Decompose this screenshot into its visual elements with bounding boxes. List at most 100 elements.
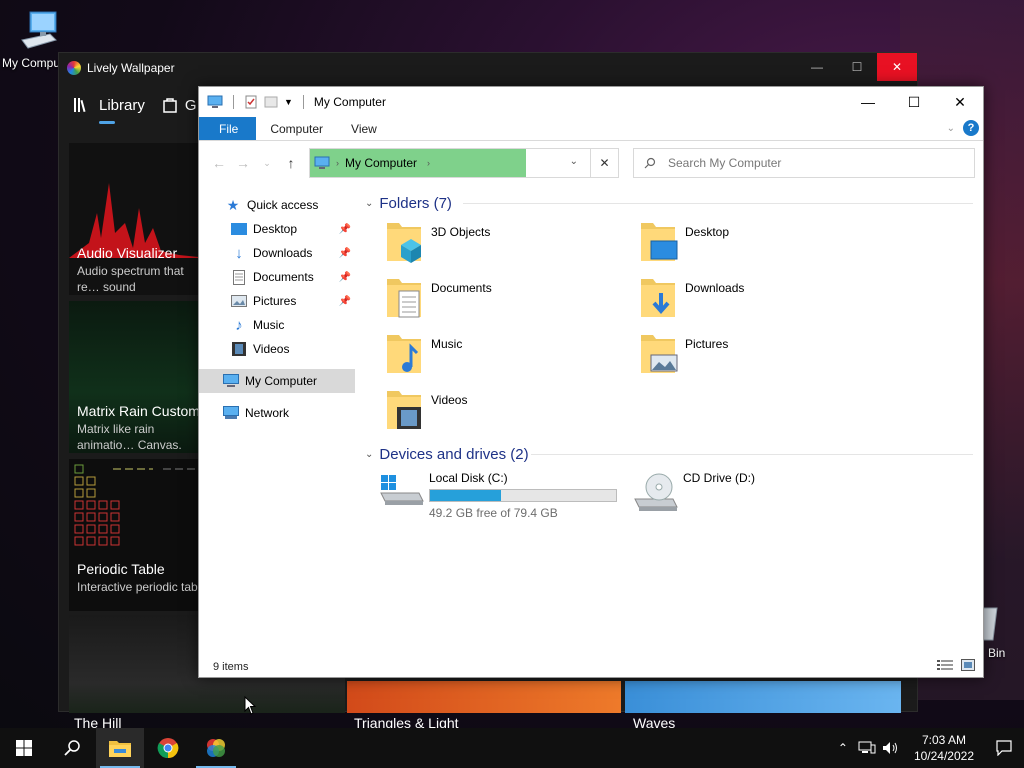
mouse-cursor-icon: [244, 696, 257, 715]
folder-desktop[interactable]: Desktop: [639, 219, 729, 265]
drives-group-header[interactable]: ⌄ Devices and drives (2): [365, 440, 983, 468]
tab-computer[interactable]: Computer: [256, 117, 337, 140]
tab-view[interactable]: View: [337, 117, 391, 140]
wallpaper-tile[interactable]: Matrix Rain Customi Matrix like rain ani…: [69, 301, 209, 453]
up-arrow-icon[interactable]: ↑: [279, 155, 303, 171]
group-title: Folders (7): [379, 194, 452, 212]
help-icon[interactable]: ?: [963, 120, 979, 136]
show-hidden-icons-chevron-icon[interactable]: ⌃: [838, 741, 848, 755]
nav-item-videos[interactable]: Videos: [199, 337, 355, 361]
close-button[interactable]: ✕: [937, 87, 983, 117]
back-arrow-icon[interactable]: ←: [207, 155, 231, 171]
breadcrumb-chevron-icon: ›: [336, 158, 339, 168]
wallpaper-tile[interactable]: [625, 681, 901, 713]
nav-item-network[interactable]: Network: [199, 401, 355, 425]
clock[interactable]: 7:03 AM 10/24/2022: [914, 732, 974, 764]
folder-label: Desktop: [685, 225, 730, 239]
lively-logo-icon: [67, 61, 81, 75]
collapse-chevron-icon: ⌄: [365, 448, 374, 460]
search-icon: [64, 740, 80, 756]
folder-3d-objects[interactable]: 3D Objects: [385, 219, 490, 265]
nav-gallery[interactable]: G: [163, 97, 197, 114]
minimize-button[interactable]: —: [797, 53, 837, 81]
folder-label: Videos: [431, 393, 468, 407]
network-icon: [223, 405, 239, 421]
nav-label: Documents: [253, 270, 314, 284]
taskbar-file-explorer[interactable]: [96, 728, 144, 768]
nav-library-label: Library: [99, 96, 145, 114]
new-folder-icon[interactable]: [264, 95, 278, 109]
nav-item-documents[interactable]: Documents 📌: [199, 265, 355, 289]
disk-usage-bar: [429, 489, 617, 502]
nav-label: Downloads: [253, 246, 313, 260]
wallpaper-tile[interactable]: Periodic Table Interactive periodic tab: [69, 459, 209, 611]
recent-locations-chevron-icon[interactable]: ⌄: [255, 158, 279, 169]
notifications-button[interactable]: [984, 728, 1024, 768]
properties-icon[interactable]: [244, 95, 258, 109]
expand-ribbon-chevron-icon[interactable]: ⌄: [947, 123, 955, 134]
lively-wallpaper-icon: [207, 739, 225, 757]
address-bar-row: ← → ⌄ ↑ › My Computer › ⌄ ✕ Search My Co…: [199, 141, 983, 185]
minimize-button[interactable]: —: [845, 87, 891, 117]
folder-label: Music: [431, 337, 463, 351]
group-divider: [531, 454, 973, 455]
drive-free-space: 49.2 GB free of 79.4 GB: [429, 506, 558, 520]
details-view-icon[interactable]: [937, 659, 953, 671]
large-icons-view-icon[interactable]: [961, 659, 975, 671]
drive-cd-d[interactable]: CD Drive (D:): [633, 471, 755, 513]
pin-icon: 📌: [338, 295, 351, 307]
folder-videos-icon: [387, 391, 421, 429]
folder-3d-objects-icon: [387, 223, 421, 263]
taskbar-lively-wallpaper[interactable]: [192, 728, 240, 768]
network-icon[interactable]: [858, 741, 876, 755]
nav-quick-access[interactable]: ★ Quick access: [199, 193, 355, 217]
pin-icon: 📌: [338, 271, 351, 283]
nav-item-desktop[interactable]: Desktop 📌: [199, 217, 355, 241]
wallpaper-tile[interactable]: [347, 681, 621, 713]
nav-item-my-computer[interactable]: My Computer: [199, 369, 355, 393]
wallpaper-tile[interactable]: Audio Visualizer Audio spectrum that re……: [69, 143, 209, 295]
tab-file[interactable]: File: [199, 117, 257, 140]
folder-downloads[interactable]: Downloads: [639, 275, 744, 321]
tile-description: Matrix like rain animatio… Canvas.: [77, 422, 182, 452]
clear-address-icon[interactable]: ✕: [590, 149, 618, 177]
tile-title: Audio Visualizer: [77, 245, 178, 261]
tile-description: Interactive periodic tab: [77, 580, 198, 594]
collapse-chevron-icon: ⌄: [365, 197, 374, 209]
drive-local-disk-c[interactable]: Local Disk (C:) 49.2 GB free of 79.4 GB: [379, 471, 617, 520]
maximize-button[interactable]: ☐: [891, 87, 937, 117]
maximize-button[interactable]: ☐: [837, 53, 877, 81]
folder-documents[interactable]: Documents: [385, 275, 492, 321]
folders-group-header[interactable]: ⌄ Folders (7): [365, 189, 983, 217]
taskbar-chrome[interactable]: [144, 728, 192, 768]
breadcrumb-my-computer[interactable]: My Computer: [345, 156, 417, 170]
nav-item-pictures[interactable]: Pictures 📌: [199, 289, 355, 313]
nav-item-music[interactable]: ♪ Music: [199, 313, 355, 337]
customize-toolbar-dropdown-icon[interactable]: ▼: [284, 97, 293, 107]
forward-arrow-icon[interactable]: →: [231, 155, 255, 171]
nav-library[interactable]: Library: [73, 96, 145, 124]
file-explorer-icon: [109, 741, 131, 757]
start-button[interactable]: [0, 728, 48, 768]
folder-videos[interactable]: Videos: [385, 387, 467, 433]
close-button[interactable]: ✕: [877, 53, 917, 81]
folder-music[interactable]: Music: [385, 331, 462, 377]
search-button[interactable]: [48, 728, 96, 768]
gallery-icon: [163, 98, 177, 113]
desktop-icon-label: Bin: [988, 646, 1006, 660]
nav-item-downloads[interactable]: ↓ Downloads 📌: [199, 241, 355, 265]
folder-desktop-icon: [641, 223, 678, 261]
folder-pictures[interactable]: Pictures: [639, 331, 728, 377]
nav-label: Network: [245, 406, 290, 420]
hard-drive-icon: [380, 475, 424, 505]
nav-label: Quick access: [247, 198, 319, 212]
search-box[interactable]: Search My Computer: [633, 148, 975, 178]
address-dropdown-icon[interactable]: ⌄: [570, 156, 578, 167]
breadcrumb-chevron-icon[interactable]: ›: [427, 158, 430, 168]
volume-icon[interactable]: [882, 741, 900, 755]
star-icon: ★: [226, 196, 240, 213]
nav-gallery-label: G: [184, 96, 197, 114]
status-item-count: 9 items: [213, 661, 249, 673]
group-title: Devices and drives (2): [379, 445, 529, 463]
address-bar[interactable]: › My Computer › ⌄ ✕: [309, 148, 619, 178]
